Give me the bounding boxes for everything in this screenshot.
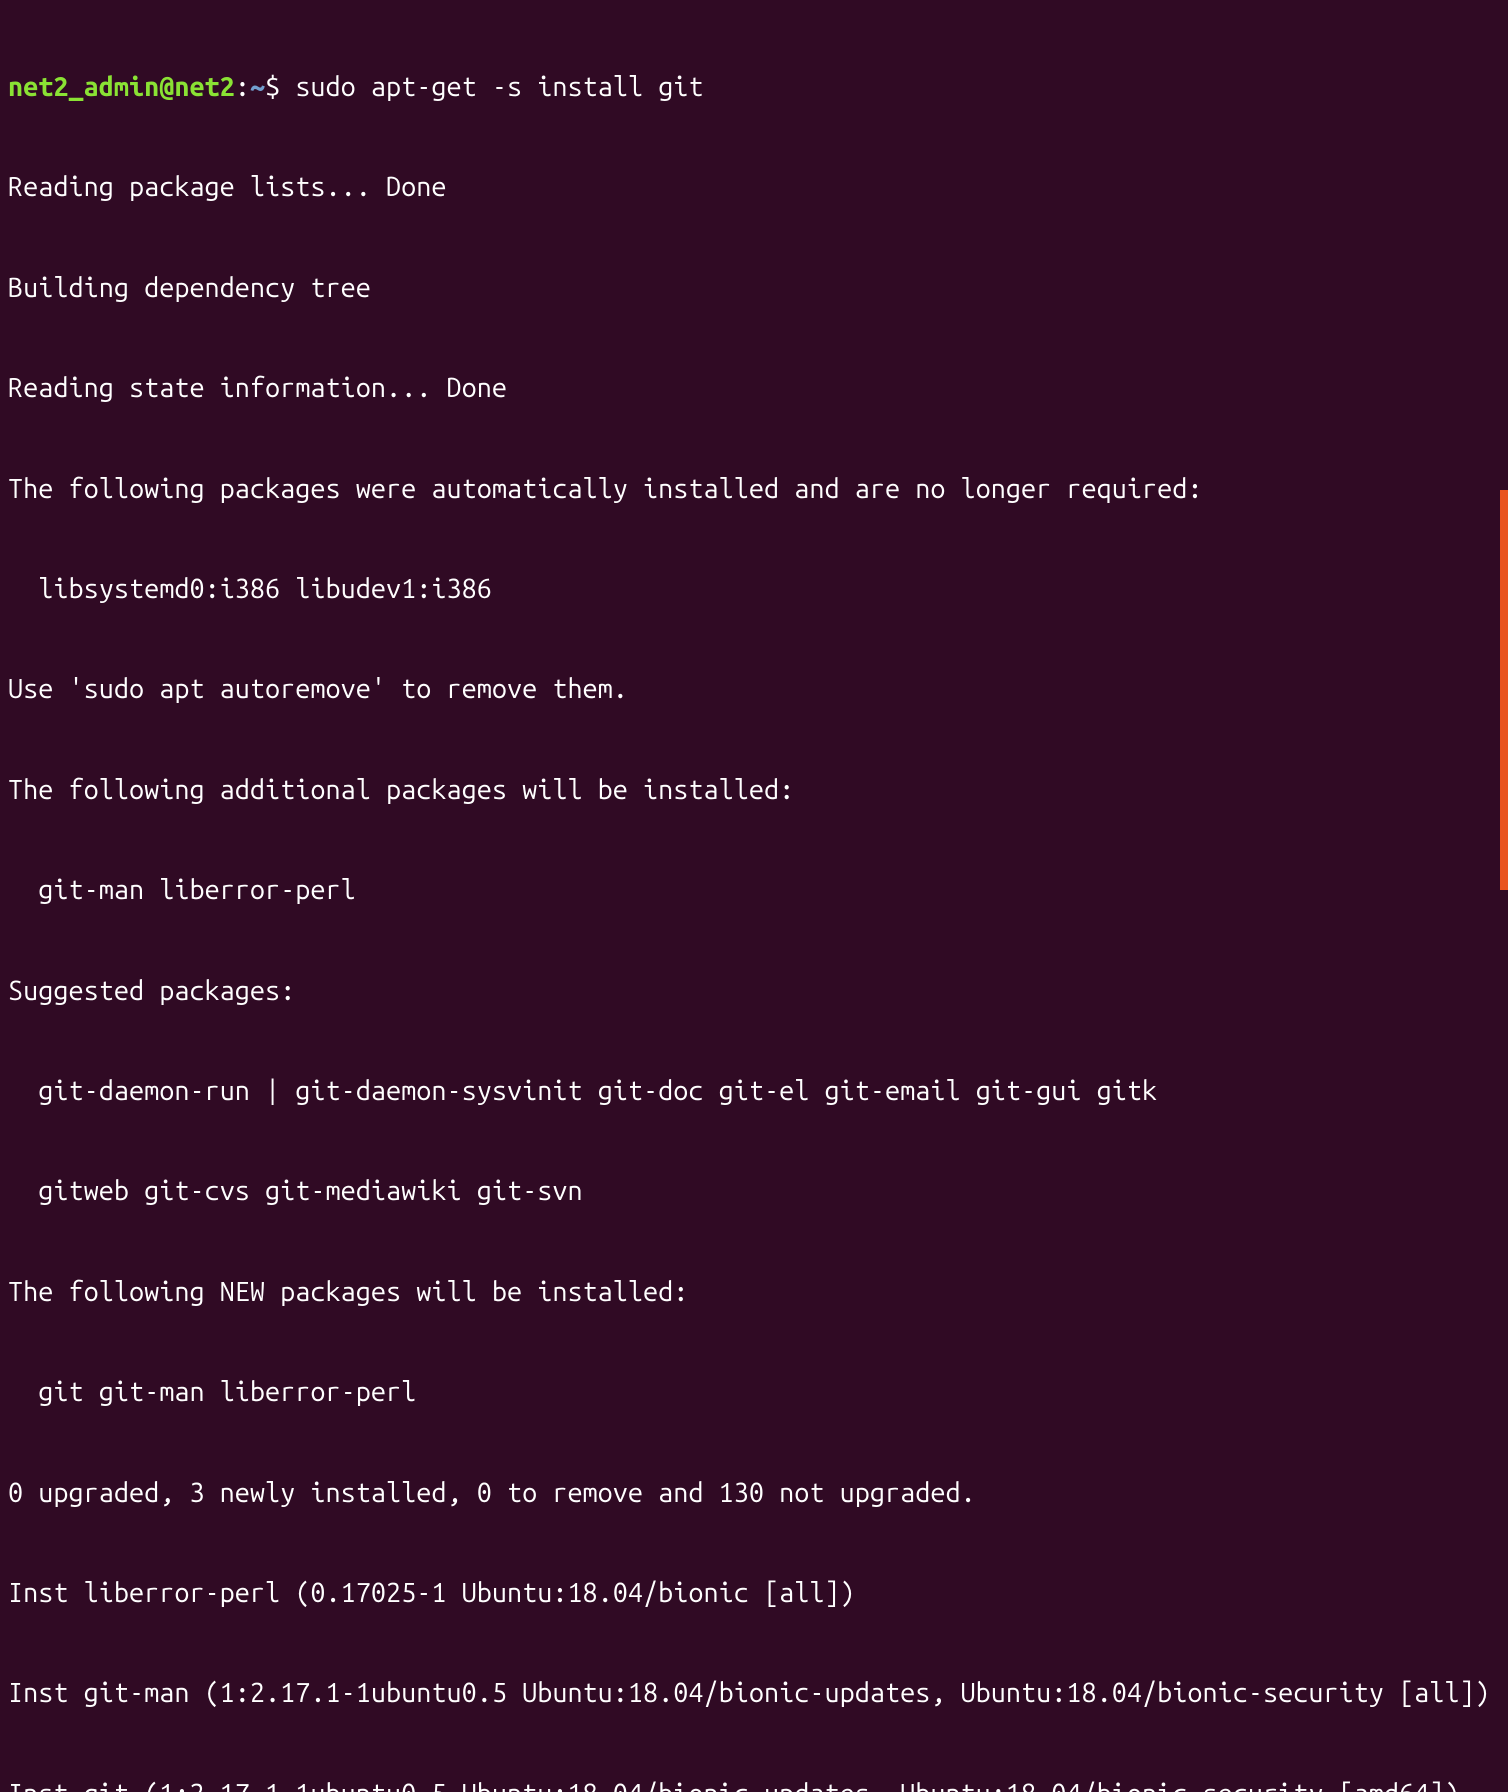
output-line: git git-man liberror-perl: [8, 1376, 1500, 1409]
output-line: Reading state information... Done: [8, 372, 1500, 405]
scrollbar[interactable]: [1500, 490, 1508, 890]
output-line: 0 upgraded, 3 newly installed, 0 to remo…: [8, 1477, 1500, 1510]
output-line: git-man liberror-perl: [8, 874, 1500, 907]
terminal-window[interactable]: net2_admin@net2:~$ sudo apt-get -s insta…: [8, 4, 1500, 1792]
output-line: Inst liberror-perl (0.17025-1 Ubuntu:18.…: [8, 1577, 1500, 1610]
output-line: libsystemd0:i386 libudev1:i386: [8, 573, 1500, 606]
output-line: Suggested packages:: [8, 975, 1500, 1008]
output-line: Building dependency tree: [8, 272, 1500, 305]
command-input[interactable]: sudo apt-get -s install git: [295, 72, 703, 102]
output-line: git-daemon-run | git-daemon-sysvinit git…: [8, 1075, 1500, 1108]
output-line: Inst git-man (1:2.17.1-1ubuntu0.5 Ubuntu…: [8, 1677, 1500, 1710]
output-line: The following packages were automaticall…: [8, 473, 1500, 506]
output-line: Inst git (1:2.17.1-1ubuntu0.5 Ubuntu:18.…: [8, 1778, 1500, 1792]
output-line: gitweb git-cvs git-mediawiki git-svn: [8, 1175, 1500, 1208]
prompt-separator: :: [235, 72, 250, 102]
output-line: The following NEW packages will be insta…: [8, 1276, 1500, 1309]
prompt-line: net2_admin@net2:~$ sudo apt-get -s insta…: [8, 71, 1500, 104]
output-line: The following additional packages will b…: [8, 774, 1500, 807]
output-line: Reading package lists... Done: [8, 171, 1500, 204]
prompt-path: ~: [250, 72, 265, 102]
prompt-dollar: $: [265, 72, 280, 102]
output-line: Use 'sudo apt autoremove' to remove them…: [8, 673, 1500, 706]
prompt-user-host: net2_admin@net2: [8, 72, 235, 102]
